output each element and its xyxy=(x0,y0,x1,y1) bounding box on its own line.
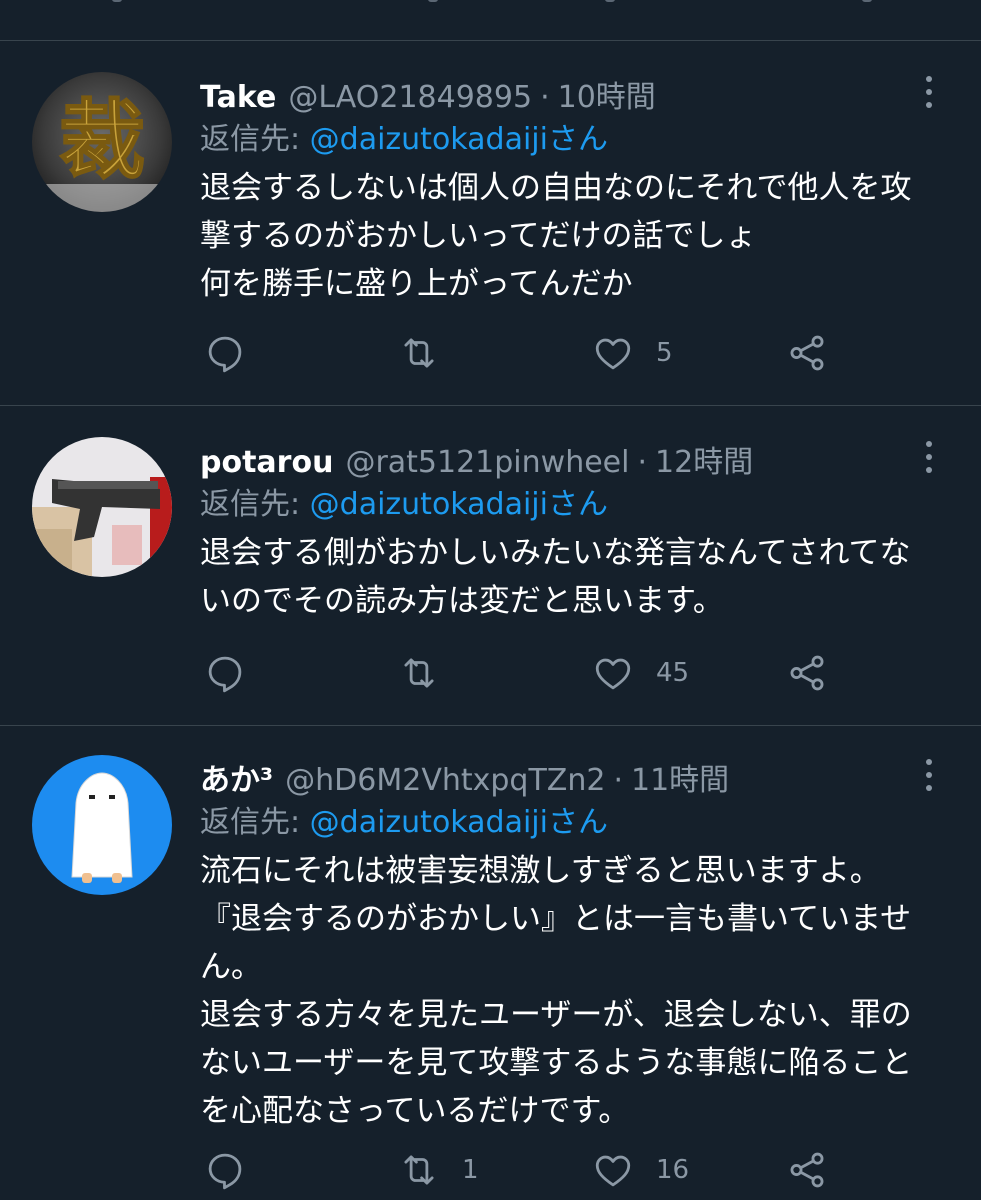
more-icon[interactable] xyxy=(917,72,941,112)
text-line: 退会する側がおかしいみたいな発言なんてされてな xyxy=(200,535,911,571)
avatar-image xyxy=(32,437,172,577)
tweet-text: 退会する側がおかしいみたいな発言なんてされてな いのでその読み方は変だと思います… xyxy=(200,529,960,625)
like-icon xyxy=(595,338,631,370)
separator: · xyxy=(540,80,550,115)
separator: · xyxy=(637,445,648,480)
reply-context: 返信先: @daizutokadaijiさん xyxy=(200,797,608,841)
reply-suffix: さん xyxy=(547,487,608,522)
timestamp[interactable]: 11時間 xyxy=(631,755,729,799)
more-icon[interactable] xyxy=(917,755,941,795)
reply-suffix: さん xyxy=(547,122,608,157)
text-line: 何を勝手に盛り上がってんだか xyxy=(200,266,633,302)
mention-link[interactable]: @daizutokadaiji xyxy=(310,487,548,522)
text-line: を心配なさっているだけです。 xyxy=(200,1093,630,1129)
text-line: 『退会するのがおかしい』とは一言も書いていませ xyxy=(200,901,912,937)
reply-button[interactable] xyxy=(204,328,246,378)
action-bar: 5 xyxy=(200,328,940,378)
like-button[interactable]: 16 xyxy=(592,1145,689,1195)
like-count: 16 xyxy=(656,1155,690,1185)
avatar-glyph: 裁 xyxy=(59,90,145,191)
mention-link[interactable]: @daizutokadaiji xyxy=(310,122,548,157)
avatar-image xyxy=(32,755,172,895)
action-icon-remnant xyxy=(428,0,438,2)
like-button[interactable]: 5 xyxy=(592,328,673,378)
retweet-button[interactable]: 1 xyxy=(398,1145,479,1195)
separator: · xyxy=(613,763,623,798)
action-icon-remnant xyxy=(605,0,615,2)
reply-context: 返信先: @daizutokadaijiさん xyxy=(200,114,608,158)
action-bar: 1 16 xyxy=(200,1145,940,1195)
retweet-button[interactable] xyxy=(398,328,462,378)
like-icon xyxy=(595,1155,631,1187)
like-count: 5 xyxy=(656,338,673,368)
text-line: ないユーザーを見て攻撃するような事態に陥ること xyxy=(200,1045,913,1081)
tweet-header: あか³ @hD6M2VhtxpqTZn2 · 11時間 xyxy=(200,755,729,798)
display-name[interactable]: Take xyxy=(200,80,276,115)
reply-icon xyxy=(208,1153,242,1190)
reply-context: 返信先: @daizutokadaijiさん xyxy=(200,479,608,523)
share-icon xyxy=(790,335,824,371)
reply-icon xyxy=(208,336,242,373)
like-icon xyxy=(595,658,631,690)
tweet-divider xyxy=(0,405,981,406)
share-button[interactable] xyxy=(786,1145,828,1195)
retweet-count: 1 xyxy=(462,1155,479,1185)
previous-tweet-remnant xyxy=(0,0,981,40)
tweet-text: 流石にそれは被害妄想激しすぎると思いますよ。 『退会するのがおかしい』とは一言も… xyxy=(200,847,960,1135)
timestamp[interactable]: 12時間 xyxy=(655,437,753,481)
text-line: ん。 xyxy=(200,949,262,985)
retweet-icon xyxy=(404,1155,434,1185)
more-icon[interactable] xyxy=(917,437,941,477)
text-line: 流石にそれは被害妄想激しすぎると思いますよ。 xyxy=(200,853,881,889)
mention-link[interactable]: @daizutokadaiji xyxy=(310,805,548,840)
tweet-text: 退会するしないは個人の自由なのにそれで他人を攻 撃するのがおかしいってだけの話で… xyxy=(200,164,960,308)
display-name[interactable]: あか³ xyxy=(200,755,273,799)
user-handle[interactable]: @hD6M2VhtxpqTZn2 xyxy=(285,763,605,798)
tweet-divider xyxy=(0,725,981,726)
share-button[interactable] xyxy=(786,648,828,698)
reply-icon xyxy=(208,656,242,693)
reply-suffix: さん xyxy=(547,805,608,840)
reply-button[interactable] xyxy=(204,1145,246,1195)
user-handle[interactable]: @rat5121pinwheel xyxy=(345,445,629,480)
retweet-icon xyxy=(404,338,434,368)
reply-prefix: 返信先: xyxy=(200,487,310,522)
text-line: 退会する方々を見たユーザーが、退会しない、罪の xyxy=(200,997,912,1033)
reply-button[interactable] xyxy=(204,648,246,698)
avatar[interactable] xyxy=(32,755,172,895)
share-button[interactable] xyxy=(786,328,828,378)
reply-prefix: 返信先: xyxy=(200,122,310,157)
action-icon-remnant xyxy=(112,0,122,2)
display-name[interactable]: potarou xyxy=(200,445,333,480)
like-button[interactable]: 45 xyxy=(592,648,689,698)
reply-prefix: 返信先: xyxy=(200,805,310,840)
tweet-header: potarou @rat5121pinwheel · 12時間 xyxy=(200,437,753,480)
tweet-header: Take @LAO21849895 · 10時間 xyxy=(200,72,656,115)
user-handle[interactable]: @LAO21849895 xyxy=(288,80,532,115)
text-line: 退会するしないは個人の自由なのにそれで他人を攻 xyxy=(200,170,912,206)
share-icon xyxy=(790,1152,824,1188)
text-line: いのでその読み方は変だと思います。 xyxy=(200,583,724,619)
avatar-image: 裁 xyxy=(32,72,172,212)
timestamp[interactable]: 10時間 xyxy=(558,72,656,116)
text-line: 撃するのがおかしいってだけの話でしょ xyxy=(200,218,757,254)
action-bar: 45 xyxy=(200,648,940,698)
avatar[interactable] xyxy=(32,437,172,577)
share-icon xyxy=(790,655,824,691)
action-icon-remnant xyxy=(862,0,872,2)
retweet-icon xyxy=(404,658,434,688)
like-count: 45 xyxy=(656,658,690,688)
tweet-divider xyxy=(0,40,981,41)
avatar[interactable]: 裁 xyxy=(32,72,172,212)
retweet-button[interactable] xyxy=(398,648,462,698)
